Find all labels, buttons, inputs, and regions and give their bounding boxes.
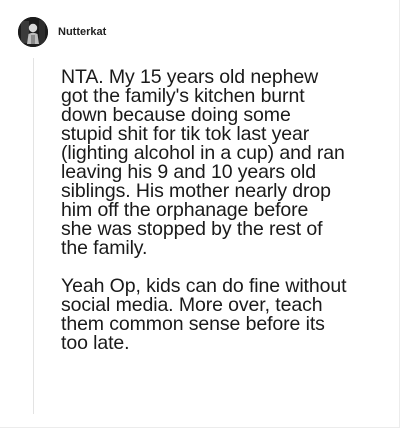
comment-author[interactable]: Nutterkat [58,26,106,39]
user-avatar-icon[interactable] [18,17,48,47]
comment-paragraph: NTA. My 15 years old nephew got the fami… [61,66,345,259]
thread-line[interactable] [33,58,34,414]
comment-card: Nutterkat NTA. My 15 years old nephew go… [0,0,400,428]
comment-paragraph: Yeah Op, kids can do fine without social… [61,275,347,354]
comment-body: NTA. My 15 years old nephew got the fami… [61,66,393,354]
